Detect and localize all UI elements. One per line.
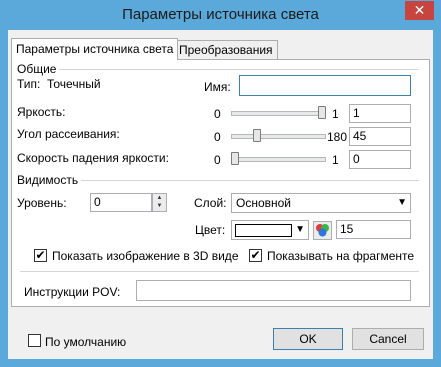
- palette-button[interactable]: [313, 221, 332, 240]
- level-spinner[interactable]: ▲ ▼: [152, 193, 167, 212]
- falloff-max: 1: [332, 153, 339, 167]
- tab-panel: Общие Тип: Точечный Имя: Яркость: 0 1 1 …: [11, 59, 430, 307]
- layer-label: Слой:: [194, 196, 227, 210]
- default-checkbox[interactable]: [28, 334, 41, 347]
- level-input[interactable]: 0: [90, 193, 152, 212]
- tab-light-source-params[interactable]: Параметры источника света: [11, 38, 179, 60]
- brightness-label: Яркость:: [17, 105, 66, 119]
- pov-input[interactable]: [136, 280, 411, 301]
- window-title: Параметры источника света: [122, 6, 319, 23]
- type-value: Точечный: [47, 77, 101, 91]
- show-fragment-checkbox[interactable]: ✔: [249, 249, 262, 262]
- show-fragment-label[interactable]: Показывать на фрагменте: [267, 249, 414, 263]
- brightness-max: 1: [332, 107, 339, 121]
- dialog-window: Параметры источника света ✕ Параметры ис…: [0, 0, 441, 367]
- chevron-down-icon: ▼: [295, 224, 305, 235]
- show-3d-label[interactable]: Показать изображение в 3D виде: [52, 249, 239, 263]
- color-number-input[interactable]: 15: [336, 220, 411, 239]
- layer-select[interactable]: Основной ▼: [231, 193, 411, 213]
- color-swatch: [235, 224, 292, 237]
- spread-min: 0: [214, 130, 221, 144]
- spin-down-icon[interactable]: ▼: [153, 202, 166, 210]
- color-label: Цвет:: [195, 223, 226, 237]
- name-input[interactable]: [239, 75, 411, 96]
- close-icon: ✕: [413, 2, 426, 18]
- layer-select-value: Основной: [236, 196, 292, 210]
- spread-input[interactable]: 45: [349, 127, 411, 146]
- default-label[interactable]: По умолчанию: [45, 335, 126, 349]
- close-button[interactable]: ✕: [405, 1, 434, 20]
- general-section-label: Общие: [17, 62, 60, 76]
- palette-icon: [316, 224, 329, 237]
- general-separator: [20, 69, 419, 70]
- brightness-slider-thumb[interactable]: [318, 106, 326, 119]
- spread-max: 180: [327, 130, 348, 144]
- tab-transformations[interactable]: Преобразования: [174, 40, 278, 59]
- visibility-section-label: Видимость: [17, 173, 82, 187]
- dialog-client-area: Параметры источника света Преобразования…: [8, 30, 433, 359]
- chevron-down-icon: ▼: [397, 197, 407, 208]
- falloff-label: Скорость падения яркости:: [17, 151, 169, 165]
- falloff-slider-thumb[interactable]: [231, 152, 239, 165]
- cancel-button[interactable]: Cancel: [352, 328, 424, 350]
- color-select[interactable]: ▼: [231, 220, 309, 240]
- pov-separator: [20, 271, 419, 272]
- type-label: Тип:: [17, 77, 41, 91]
- spread-slider-thumb[interactable]: [252, 129, 261, 142]
- spread-label: Угол рассеивания:: [17, 127, 120, 141]
- ok-button[interactable]: OK: [273, 328, 343, 350]
- brightness-min: 0: [214, 107, 221, 121]
- brightness-input[interactable]: 1: [349, 104, 411, 123]
- show-3d-checkbox[interactable]: ✔: [34, 249, 47, 262]
- falloff-slider-track[interactable]: [231, 157, 326, 162]
- spin-up-icon[interactable]: ▲: [153, 194, 166, 202]
- checkmark-icon: ✔: [250, 248, 261, 262]
- falloff-input[interactable]: 0: [349, 150, 411, 169]
- checkmark-icon: ✔: [35, 248, 46, 262]
- spread-slider-track[interactable]: [231, 134, 326, 139]
- name-label: Имя:: [204, 80, 231, 94]
- falloff-min: 0: [214, 153, 221, 167]
- brightness-slider-track[interactable]: [231, 111, 326, 116]
- title-bar[interactable]: Параметры источника света ✕: [0, 0, 441, 30]
- level-label: Уровень:: [17, 196, 67, 210]
- pov-label: Инструкции POV:: [24, 285, 121, 299]
